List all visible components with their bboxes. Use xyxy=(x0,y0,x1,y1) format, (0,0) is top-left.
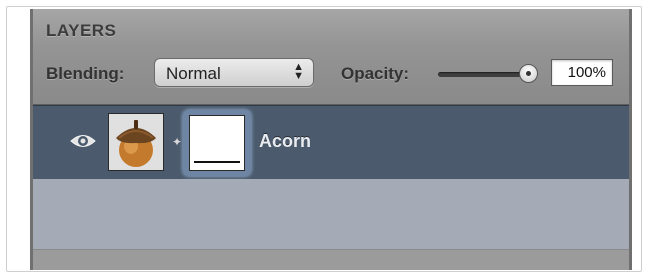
panel-bottom-strip xyxy=(33,249,629,270)
panel-title: LAYERS xyxy=(46,21,117,40)
layers-empty-area xyxy=(33,179,629,249)
blending-select[interactable]: Normal ▲ ▼ xyxy=(154,58,314,87)
layers-panel: LAYERS Blending: Normal ▲ ▼ Opacity: 100% xyxy=(30,9,632,270)
opacity-slider-track[interactable] xyxy=(438,72,532,77)
acorn-icon xyxy=(109,114,163,170)
opacity-slider-knob[interactable] xyxy=(519,64,538,83)
eye-icon[interactable] xyxy=(69,131,97,151)
layers-header: LAYERS Blending: Normal ▲ ▼ Opacity: 100% xyxy=(33,9,629,105)
blending-select-value: Normal xyxy=(166,64,221,83)
select-arrows-icon: ▲ ▼ xyxy=(293,61,304,82)
layer-mask-thumbnail[interactable] xyxy=(183,110,251,176)
opacity-input[interactable]: 100% xyxy=(551,59,613,86)
mask-line xyxy=(194,161,240,163)
layer-name[interactable]: Acorn xyxy=(259,131,311,152)
layer-row-acorn[interactable]: ✦ Acorn xyxy=(33,105,629,180)
layer-thumbnail[interactable] xyxy=(108,113,164,171)
opacity-label: Opacity: xyxy=(341,64,410,83)
mask-preview xyxy=(189,115,245,171)
blending-label: Blending: xyxy=(46,64,125,83)
link-icon: ✦ xyxy=(172,135,183,149)
